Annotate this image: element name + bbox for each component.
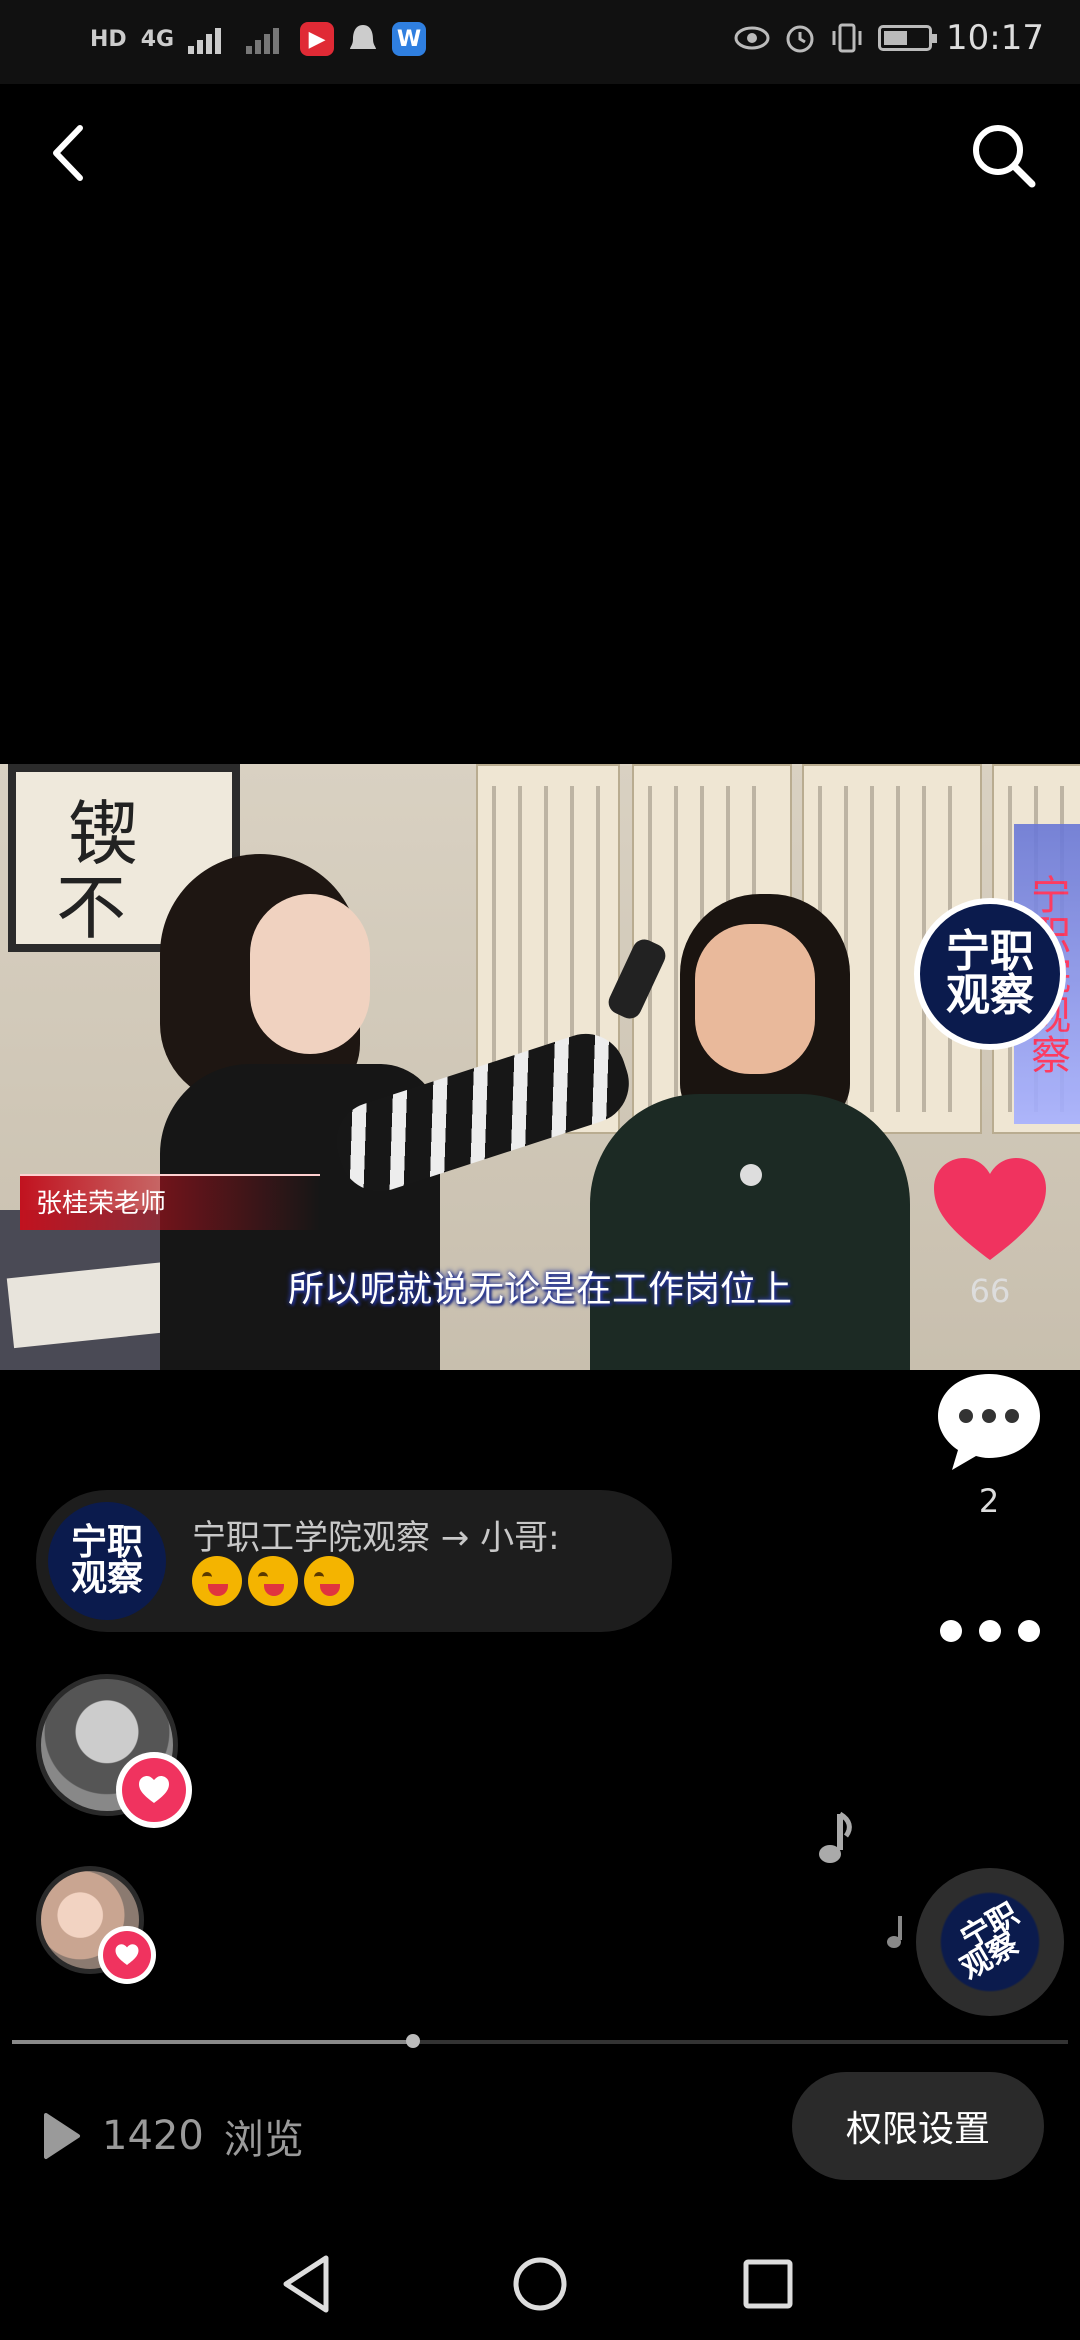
liker-avatar-1[interactable] [36,1674,192,1828]
winking-tongue-emoji-icon [304,1556,354,1606]
heart-icon [934,1158,1046,1260]
app-notification-icon-blue: W [392,22,427,56]
back-button[interactable] [40,118,100,188]
views-row: 1420 浏览 [40,2106,304,2166]
latest-comment-bubble[interactable]: 宁职 观察 宁职工学院观察 → 小哥: [36,1490,672,1632]
eye-comfort-icon [734,26,770,50]
logo-line2: 观察 [946,970,1034,1021]
views-count: 1420 [102,2113,204,2159]
more-dot [1018,1620,1040,1642]
like-badge [98,1926,156,1984]
battery-icon [878,25,938,51]
signal-no-service-icon [246,28,280,54]
system-nav-bar [0,2220,1080,2340]
logo-line2: 观察 [70,1558,143,1599]
triangle-back-icon [283,2255,329,2313]
speaker-name-tag: 张桂荣老师 [20,1174,320,1230]
square-recents-icon [743,2259,793,2309]
status-bar: HD 4G ▶ W 10:17 [0,0,1080,84]
hd-indicator: HD [90,26,127,52]
more-dot [940,1620,962,1642]
comment-count: 2 [978,1482,1000,1520]
commenter-avatar[interactable]: 宁职 观察 [48,1502,166,1620]
nav-back-button[interactable] [268,2244,348,2324]
circle-home-icon [513,2257,567,2311]
alarm-icon [786,25,814,53]
status-time: 10:17 [946,18,1044,58]
comment-button[interactable] [934,1370,1044,1474]
network-type-indicator: 4G [140,26,175,52]
nav-home-button[interactable] [500,2244,580,2324]
views-label: 浏览 [223,2117,304,2163]
permission-settings-button[interactable]: 权限设置 [792,2072,1044,2180]
video-player[interactable]: 锲 不 宁职院观察 张桂荣老师 所以呢就说无论是在工作岗位上 [0,764,1080,1370]
music-note-icon [887,1916,902,1948]
signal-icon [188,28,222,54]
heart-icon [139,1776,169,1803]
comment-header: 宁职工学院观察 → 小哥: [192,1518,560,1558]
music-note-icon [819,1811,852,1863]
chevron-left-icon [53,125,83,181]
like-badge [116,1752,192,1828]
like-count: 66 [969,1272,1011,1310]
logo-line1: 宁职 [70,1522,143,1563]
logo-line1: 宁职 [946,926,1034,977]
more-options-button[interactable] [940,1616,1040,1646]
search-icon [973,125,1036,188]
status-left-icons: HD 4G ▶ W [90,22,427,56]
liker-avatar-2[interactable] [36,1866,156,1984]
video-subtitle: 所以呢就说无论是在工作岗位上 [287,1269,792,1310]
comment-bubble-icon [938,1374,1040,1470]
channel-avatar[interactable]: 宁职 观察 [914,898,1066,1050]
progress-knob[interactable] [406,2034,421,2048]
qq-bell-icon [350,25,377,49]
search-button[interactable] [966,118,1040,192]
like-button[interactable] [930,1156,1050,1266]
winking-tongue-emoji-icon [248,1556,298,1606]
nav-recents-button[interactable] [728,2244,808,2324]
music-disc[interactable]: 宁职 观察 [916,1868,1064,2016]
play-icon [44,2113,80,2159]
comment-emojis [192,1556,354,1606]
app-notification-icon-red: ▶ [300,22,335,56]
progress-fill [12,2040,414,2044]
more-dot [979,1620,1001,1642]
video-progress-bar[interactable] [12,2034,1068,2048]
winking-tongue-emoji-icon [192,1556,242,1606]
vibrate-icon [832,23,862,53]
heart-icon [115,1944,139,1965]
status-right-icons: 10:17 [734,18,1044,58]
